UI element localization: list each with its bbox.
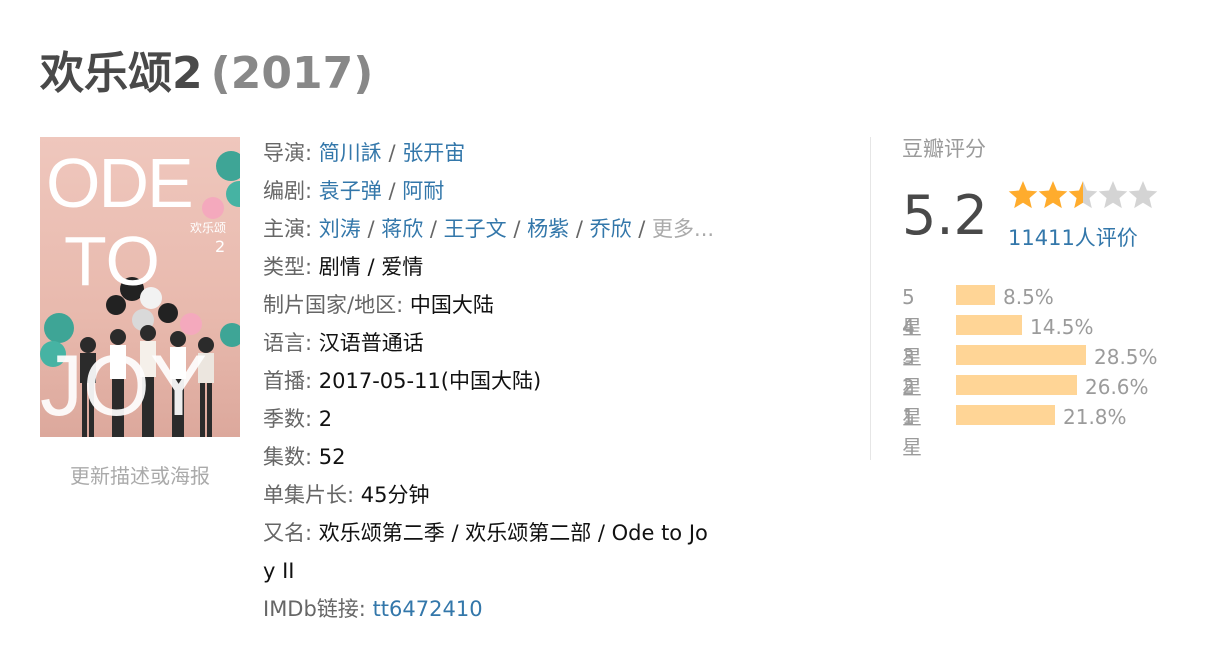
section-divider bbox=[870, 137, 871, 460]
balloon-shape bbox=[226, 181, 240, 207]
star-icon bbox=[1038, 181, 1068, 209]
language-label: 语言: bbox=[263, 331, 313, 355]
director-link[interactable]: 张开宙 bbox=[402, 141, 465, 165]
cast-link[interactable]: 乔欣 bbox=[590, 217, 632, 241]
premiere-row: 首播: 2017-05-11(中国大陆) bbox=[263, 362, 763, 400]
director-link[interactable]: 简川訸 bbox=[319, 141, 382, 165]
separator: / bbox=[575, 217, 583, 241]
cast-link[interactable]: 王子文 bbox=[444, 217, 507, 241]
star-icon bbox=[1098, 181, 1128, 209]
runtime-label: 单集片长: bbox=[263, 483, 355, 507]
runtime-value: 45分钟 bbox=[360, 483, 430, 507]
country-value: 中国大陆 bbox=[409, 293, 494, 317]
runtime-row: 单集片长: 45分钟 bbox=[263, 476, 763, 514]
imdb-link[interactable]: tt6472410 bbox=[373, 597, 483, 621]
writer-link[interactable]: 袁子弹 bbox=[319, 179, 382, 203]
poster-title-joy: JOY bbox=[40, 338, 208, 434]
update-poster-link[interactable]: 更新描述或海报 bbox=[40, 460, 240, 489]
imdb-label: IMDb链接: bbox=[263, 597, 366, 621]
seasons-row: 季数: 2 bbox=[263, 400, 763, 438]
votes-link[interactable]: 11411人评价 bbox=[1008, 222, 1138, 252]
star-icon bbox=[1008, 181, 1038, 209]
genre-label: 类型: bbox=[263, 255, 313, 279]
writer-row: 编剧: 袁子弹 / 阿耐 bbox=[263, 172, 763, 210]
cast-row: 主演: 刘涛 / 蒋欣 / 王子文 / 杨紫 / 乔欣 / 更多... bbox=[263, 210, 763, 248]
separator: / bbox=[429, 217, 437, 241]
separator: / bbox=[388, 179, 396, 203]
separator: / bbox=[513, 217, 521, 241]
writer-label: 编剧: bbox=[263, 179, 313, 203]
rating-title: 豆瓣评分 bbox=[902, 137, 986, 161]
aka-label: 又名: bbox=[263, 521, 313, 545]
premiere-label: 首播: bbox=[263, 369, 313, 393]
language-row: 语言: 汉语普通话 bbox=[263, 324, 763, 362]
separator: / bbox=[388, 141, 396, 165]
genre-value: 剧情 / 爱情 bbox=[318, 255, 424, 279]
language-value: 汉语普通话 bbox=[318, 331, 424, 355]
aka-value-continued: y II bbox=[263, 559, 295, 583]
rating-bar-fill bbox=[956, 405, 1055, 425]
imdb-row: IMDb链接: tt6472410 bbox=[263, 590, 763, 628]
cast-label: 主演: bbox=[263, 217, 313, 241]
country-label: 制片国家/地区: bbox=[263, 293, 404, 317]
title-name: 欢乐颂2 bbox=[40, 48, 203, 99]
director-label: 导演: bbox=[263, 141, 313, 165]
director-row: 导演: 简川訸 / 张开宙 bbox=[263, 134, 763, 172]
cast-link[interactable]: 杨紫 bbox=[527, 217, 569, 241]
rating-bar-fill bbox=[956, 345, 1086, 365]
separator: / bbox=[638, 217, 646, 241]
rating-bar-percent: 28.5% bbox=[1094, 345, 1158, 369]
genre-row: 类型: 剧情 / 爱情 bbox=[263, 248, 763, 286]
title-year: (2017) bbox=[210, 48, 374, 99]
aka-value: 欢乐颂第二季 / 欢乐颂第二部 / Ode to Jo bbox=[318, 521, 708, 545]
star-icon bbox=[1128, 181, 1158, 209]
rating-score: 5.2 bbox=[902, 184, 988, 247]
episodes-row: 集数: 52 bbox=[263, 438, 763, 476]
aka-row-continued: y II bbox=[263, 552, 763, 590]
cast-link[interactable]: 刘涛 bbox=[319, 217, 361, 241]
cast-more-link[interactable]: 更多... bbox=[652, 217, 714, 241]
rating-bar-percent: 26.6% bbox=[1085, 375, 1149, 399]
rating-bar-label: 1星 bbox=[902, 405, 922, 459]
rating-bar-percent: 14.5% bbox=[1030, 315, 1094, 339]
page-title: 欢乐颂2 (2017) bbox=[40, 44, 373, 104]
rating-bar-fill bbox=[956, 285, 995, 305]
cast-link[interactable]: 蒋欣 bbox=[381, 217, 423, 241]
country-row: 制片国家/地区: 中国大陆 bbox=[263, 286, 763, 324]
rating-panel: 豆瓣评分 5.2 11411人评价 5星 8.5% 4星 14.5% 3星 28.5% 2星… bbox=[902, 134, 1202, 459]
poster-title-ode: ODE bbox=[46, 144, 194, 222]
seasons-value: 2 bbox=[318, 407, 333, 431]
separator: / bbox=[367, 217, 375, 241]
info-panel: 导演: 简川訸 / 张开宙 编剧: 袁子弹 / 阿耐 主演: 刘涛 / 蒋欣 /… bbox=[263, 134, 763, 628]
poster-image[interactable]: ODE TO 欢乐颂 2 JOY bbox=[40, 137, 240, 437]
writer-link[interactable]: 阿耐 bbox=[402, 179, 444, 203]
star-icon bbox=[1068, 181, 1098, 209]
poster-cn-title: 欢乐颂 bbox=[190, 221, 227, 235]
poster-season-number: 2 bbox=[215, 237, 226, 256]
rating-bar-fill bbox=[956, 315, 1022, 335]
premiere-value: 2017-05-11(中国大陆) bbox=[318, 369, 542, 393]
balloon-shape bbox=[202, 197, 224, 219]
seasons-label: 季数: bbox=[263, 407, 313, 431]
aka-row: 又名: 欢乐颂第二季 / 欢乐颂第二部 / Ode to Jo bbox=[263, 514, 763, 552]
rating-bar-fill bbox=[956, 375, 1077, 395]
balloon-shape bbox=[216, 151, 240, 181]
rating-bar-percent: 8.5% bbox=[1003, 285, 1054, 309]
poster-title-to: TO bbox=[64, 222, 160, 300]
episodes-label: 集数: bbox=[263, 445, 313, 469]
rating-bar-percent: 21.8% bbox=[1063, 405, 1127, 429]
episodes-value: 52 bbox=[318, 445, 346, 469]
rating-stars-icon bbox=[1008, 181, 1158, 209]
